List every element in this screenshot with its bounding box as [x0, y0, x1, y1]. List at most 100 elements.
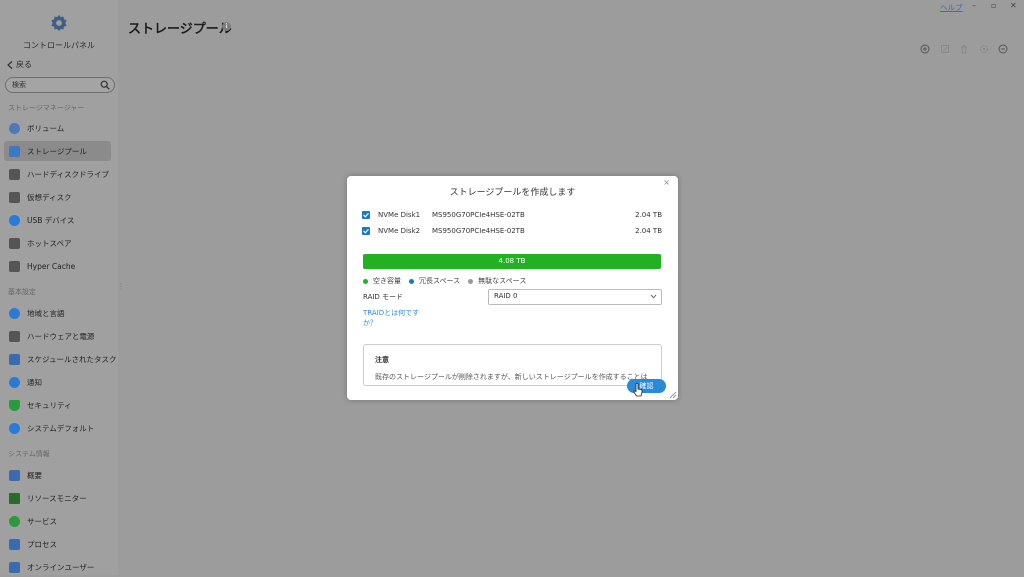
hdd-icon: [9, 168, 20, 180]
search-icon[interactable]: [100, 80, 110, 90]
sidebar-item-label: ストレージプール: [27, 146, 87, 156]
back-label: 戻る: [16, 60, 32, 69]
sidebar-item-hyper-cache[interactable]: Hyper Cache: [4, 256, 111, 276]
sidebar-item-label: 概要: [27, 470, 42, 480]
users-icon: [9, 561, 20, 573]
sidebar-resize-handle[interactable]: ⋮: [117, 282, 125, 291]
search-input[interactable]: [12, 78, 98, 92]
legend-dot-wasted: [468, 278, 474, 284]
storage-pool-icon: [9, 145, 20, 157]
control-panel-header: コントロールパネル: [0, 14, 118, 51]
disk-size: 2.04 TB: [635, 211, 662, 219]
sidebar-item-label: 地域と言語: [27, 308, 65, 318]
sidebar-item-hot-spare[interactable]: ホットスペア: [4, 233, 111, 253]
edit-icon[interactable]: [940, 44, 950, 54]
chevron-down-icon: [650, 294, 657, 299]
sidebar-item-label: プロセス: [27, 539, 57, 549]
create-storage-pool-dialog: ストレージプールを作成します × NVMe Disk1 MS950G70PCIe…: [347, 176, 678, 400]
sidebar-item-notification[interactable]: 通知: [4, 372, 111, 392]
sidebar-item-resource-monitor[interactable]: リソースモニター: [4, 488, 111, 508]
monitor-icon: [9, 492, 20, 504]
legend-dot-redundant: [409, 278, 414, 284]
sidebar-item-label: USB デバイス: [27, 215, 75, 225]
sidebar-item-hardware[interactable]: ハードウェアと電源: [4, 326, 111, 346]
capacity-legend: 空き容量 冗長スペース 無駄なスペース: [363, 276, 534, 286]
search-box[interactable]: [5, 77, 115, 93]
sidebar-item-hdd[interactable]: ハードディスクドライブ: [4, 164, 111, 184]
raid-mode-label: RAID モード: [363, 293, 404, 301]
sidebar-item-process[interactable]: プロセス: [4, 534, 111, 554]
sidebar-item-label: サービス: [27, 516, 57, 526]
chevron-left-icon: [7, 60, 13, 69]
disk-row[interactable]: NVMe Disk1 MS950G70PCIe4HSE-02TB 2.04 TB: [362, 210, 662, 222]
back-link[interactable]: 戻る: [7, 59, 32, 70]
control-panel-label: コントロールパネル: [23, 41, 95, 50]
info-icon[interactable]: i: [222, 22, 231, 31]
overview-icon: [9, 469, 20, 481]
service-icon: [9, 515, 20, 527]
sidebar-item-schedule[interactable]: スケジュールされたタスク: [4, 349, 116, 369]
capacity-bar: 4.08 TB: [363, 254, 661, 269]
gear-icon: [51, 14, 67, 32]
legend-wasted-label: 無駄なスペース: [478, 277, 527, 285]
sidebar-item-label: システムデフォルト: [27, 423, 95, 433]
section-title-system-info: システム情報: [8, 450, 50, 458]
checkmark-icon: [363, 212, 369, 218]
globe-icon: [9, 307, 20, 319]
close-icon[interactable]: ×: [663, 178, 670, 187]
sidebar: コントロールパネル 戻る ストレージマネージャー ボリューム ストレージプール …: [0, 0, 118, 575]
sidebar-item-label: ハードウェアと電源: [27, 331, 95, 341]
maximize-icon[interactable]: ▫: [991, 1, 996, 10]
reset-icon: [9, 422, 20, 434]
note-text: 既存のストレージプールが削除されますが、新しいストレージプールを作成することは: [375, 373, 648, 381]
sidebar-item-overview[interactable]: 概要: [4, 465, 111, 485]
sidebar-item-system-default[interactable]: システムデフォルト: [4, 418, 111, 438]
sidebar-item-service[interactable]: サービス: [4, 511, 111, 531]
chat-icon: [9, 376, 20, 388]
process-icon: [9, 538, 20, 550]
sidebar-item-security[interactable]: セキュリティ: [4, 395, 111, 415]
help-link[interactable]: ヘルプ: [940, 2, 963, 13]
disk-name: NVMe Disk1: [378, 211, 421, 219]
disk-checkbox[interactable]: [362, 211, 370, 219]
dialog-title: ストレージプールを作成します: [449, 188, 576, 198]
close-icon[interactable]: ✕: [1010, 1, 1017, 10]
sidebar-item-volume[interactable]: ボリューム: [4, 118, 111, 138]
sidebar-item-label: ホットスペア: [27, 238, 72, 248]
settings-icon[interactable]: [979, 44, 989, 54]
virtual-disk-icon: [9, 191, 20, 203]
legend-dot-free: [363, 278, 368, 284]
raid-mode-select[interactable]: RAID 0: [488, 289, 662, 305]
raid-mode-value: RAID 0: [494, 292, 518, 300]
schedule-icon: [9, 353, 20, 365]
disk-row[interactable]: NVMe Disk2 MS950G70PCIe4HSE-02TB 2.04 TB: [362, 226, 662, 238]
sidebar-item-label: リソースモニター: [27, 493, 87, 503]
minimize-icon[interactable]: –: [972, 1, 976, 10]
sidebar-item-usb[interactable]: USB デバイス: [4, 210, 111, 230]
resize-grip-icon[interactable]: [668, 390, 677, 399]
checkmark-icon: [363, 228, 369, 234]
sidebar-item-label: セキュリティ: [27, 400, 72, 410]
hyper-cache-icon: [9, 260, 20, 272]
minus-icon[interactable]: [998, 44, 1008, 54]
sidebar-item-label: Hyper Cache: [27, 261, 76, 271]
volume-icon: [9, 122, 20, 134]
hand-cursor-icon: [633, 383, 643, 397]
disk-checkbox[interactable]: [362, 227, 370, 235]
section-title-basic: 基本設定: [8, 288, 36, 296]
shield-icon: [9, 399, 20, 411]
disk-size: 2.04 TB: [635, 227, 662, 235]
disk-model: MS950G70PCIe4HSE-02TB: [432, 227, 525, 235]
sidebar-item-region[interactable]: 地域と言語: [4, 303, 111, 323]
traid-help-link[interactable]: TRAIDとは何ですか？: [363, 308, 425, 328]
legend-redundant-label: 冗長スペース: [419, 277, 461, 285]
sidebar-item-label: スケジュールされたタスク: [27, 354, 117, 364]
sidebar-item-online-users[interactable]: オンラインユーザー: [4, 557, 111, 577]
sidebar-item-storage-pool[interactable]: ストレージプール: [4, 141, 111, 161]
tools-icon: [9, 330, 20, 342]
delete-icon[interactable]: [959, 44, 969, 54]
sidebar-item-label: ボリューム: [27, 123, 65, 133]
sidebar-item-label: ハードディスクドライブ: [27, 169, 109, 179]
sidebar-item-virtual-disk[interactable]: 仮想ディスク: [4, 187, 111, 207]
add-icon[interactable]: [920, 44, 930, 54]
